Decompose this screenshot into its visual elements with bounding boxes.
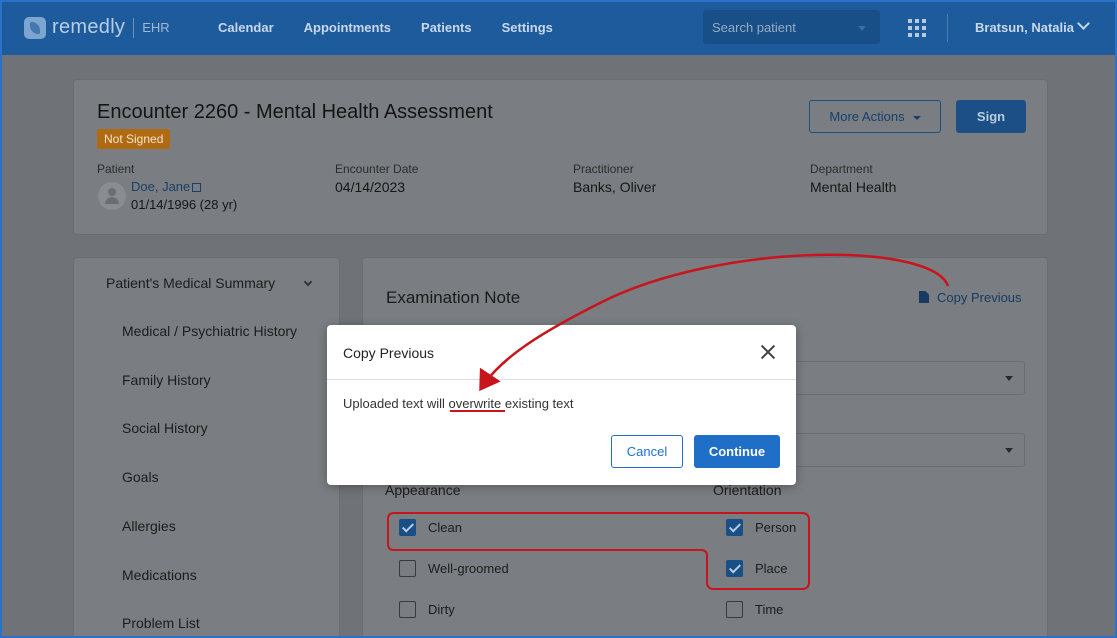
sidebar-item-medications[interactable]: Medications [122,567,197,583]
brand-name: remedly [52,16,126,38]
nav-appointments[interactable]: Appointments [304,20,391,35]
dropdown-arrow-icon [1005,448,1013,453]
modal-title: Copy Previous [343,345,435,361]
department-label: Department [810,162,873,176]
nav-calendar[interactable]: Calendar [218,20,274,35]
patient-name: Doe, Jane [131,179,191,194]
sidebar-header[interactable]: Patient's Medical Summary [106,275,275,291]
more-actions-button[interactable]: More Actions [809,100,941,133]
modal-message-start: Uploaded text will [343,396,449,411]
more-actions-label: More Actions [829,109,905,124]
nav-settings[interactable]: Settings [502,20,553,35]
logo-divider [133,17,135,38]
main-nav: Calendar Appointments Patients Settings [218,20,553,35]
search-placeholder: Search patient [712,20,796,35]
cancel-button[interactable]: Cancel [611,435,683,468]
upload-document-icon [919,291,929,303]
user-menu[interactable]: Bratsun, Natalia [975,20,1074,35]
practitioner-label: Practitioner [573,162,634,176]
checkbox-label-dirty: Dirty [428,602,455,617]
checkbox-label-time: Time [755,602,784,617]
apps-grid-icon[interactable] [908,19,926,37]
practitioner-name: Banks, Oliver [573,179,657,195]
patient-dob: 01/14/1996 (28 yr) [131,197,238,212]
product-name: EHR [142,20,170,35]
caret-down-icon [912,115,921,120]
avatar [98,182,126,210]
sidebar-item-allergies[interactable]: Allergies [122,518,176,534]
nav-divider [947,14,948,42]
checkbox-dirty[interactable] [399,601,416,618]
chevron-down-icon[interactable] [1077,17,1090,30]
sidebar-item-social-history[interactable]: Social History [122,420,208,436]
exam-select-1[interactable] [786,361,1025,395]
sidebar-item-problem-list[interactable]: Problem List [122,615,200,631]
modal-message-highlight: overwrite [448,396,502,411]
app-window: remedly EHR Calendar Appointments Patien… [0,0,1117,638]
sidebar-item-medical-history[interactable]: Medical / Psychiatric History [122,323,297,339]
patient-name-link[interactable]: Doe, Jane [131,179,202,194]
checkbox-label-person: Person [755,520,797,535]
remedly-logo-icon [24,16,46,39]
app-logo[interactable]: remedly EHR [24,16,170,39]
dropdown-arrow-icon [1005,376,1013,381]
sidebar-item-family-history[interactable]: Family History [122,372,211,388]
modal-message: Uploaded text will overwrite existing te… [343,396,574,411]
checkbox-place[interactable] [726,560,743,577]
checkbox-clean[interactable] [399,519,416,536]
department-name: Mental Health [810,179,897,195]
encounter-title: Encounter 2260 - Mental Health Assessmen… [97,101,493,123]
exam-select-2[interactable] [786,433,1025,467]
continue-button[interactable]: Continue [694,435,780,468]
checkbox-label-clean: Clean [428,520,462,535]
chevron-down-icon[interactable] [303,277,313,287]
external-link-icon [192,183,202,192]
copy-previous-link[interactable]: Copy Previous [919,290,1022,305]
nav-patients[interactable]: Patients [421,20,472,35]
modal-message-end: existing text [501,396,574,411]
encounter-header-card: Encounter 2260 - Mental Health Assessmen… [73,79,1048,235]
checkbox-label-place: Place [755,561,788,576]
close-icon[interactable] [759,343,777,361]
examination-note-title: Examination Note [386,288,521,307]
top-navbar: remedly EHR Calendar Appointments Patien… [2,2,1115,55]
checkbox-time[interactable] [726,601,743,618]
copy-previous-label: Copy Previous [937,290,1022,305]
encounter-date-label: Encounter Date [335,162,419,176]
status-badge: Not Signed [97,129,171,149]
encounter-date: 04/14/2023 [335,179,406,195]
search-dropdown-icon [858,26,866,31]
checkbox-label-well-groomed: Well-groomed [428,561,509,576]
checkbox-well-groomed[interactable] [399,560,416,577]
medical-summary-sidebar: Patient's Medical Summary Medical / Psyc… [73,257,340,636]
patient-label: Patient [97,162,135,176]
copy-previous-modal: Copy Previous Uploaded text will overwri… [327,325,796,485]
checkbox-person[interactable] [726,519,743,536]
modal-divider [327,379,796,380]
sign-button[interactable]: Sign [956,100,1026,133]
sidebar-item-goals[interactable]: Goals [122,469,159,485]
search-patient-input[interactable]: Search patient [703,10,880,44]
